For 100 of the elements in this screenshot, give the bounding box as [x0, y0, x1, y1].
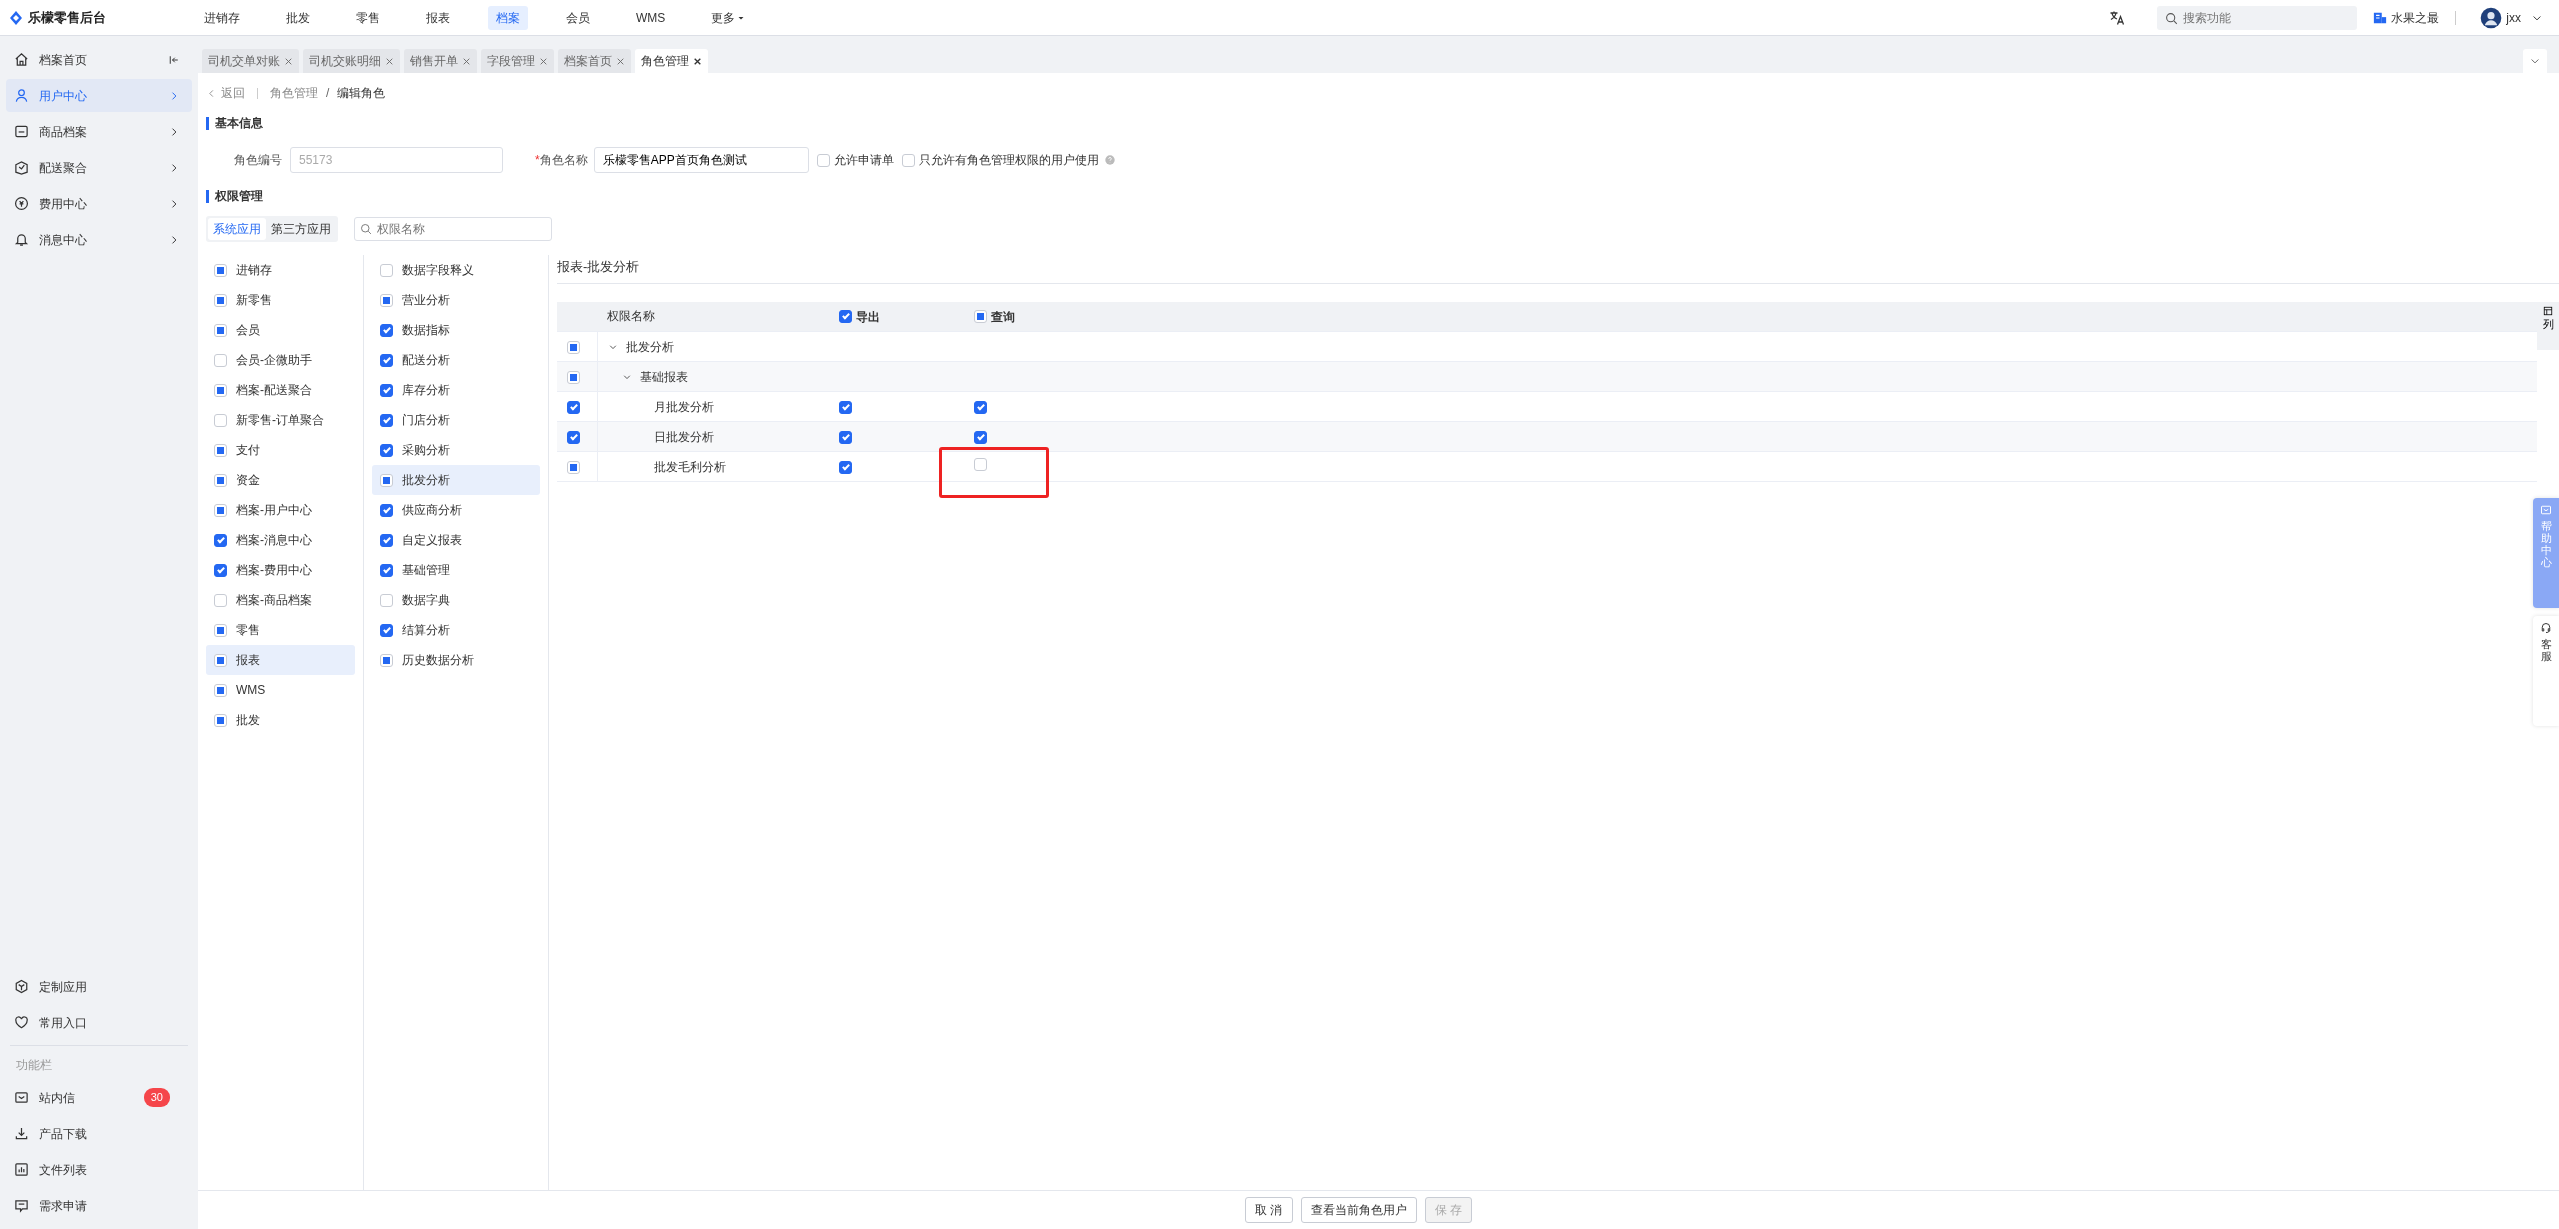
checkbox[interactable] — [380, 353, 393, 367]
sidebar-item[interactable]: 需求申请 — [6, 1189, 192, 1222]
collapse-icon[interactable] — [168, 53, 180, 66]
page-tab[interactable]: 角色管理 — [635, 49, 708, 73]
permission-item[interactable]: 新零售-订单聚合 — [206, 405, 355, 435]
sidebar-item[interactable]: 常用入口 — [6, 1006, 192, 1039]
page-tab[interactable]: 司机交账明细 — [303, 49, 400, 73]
translate-icon[interactable] — [2109, 9, 2126, 26]
permission-item[interactable]: 进销存 — [206, 255, 355, 285]
checkbox[interactable] — [380, 383, 393, 397]
checkbox[interactable] — [380, 413, 393, 427]
sidebar-item[interactable]: 商品档案 — [6, 115, 192, 148]
nav-item[interactable]: 更多 — [703, 5, 754, 30]
breadcrumb-current: 编辑角色 — [337, 85, 386, 102]
permission-item[interactable]: 历史数据分析 — [372, 645, 540, 675]
search-field[interactable]: 搜索功能 — [2157, 5, 2358, 30]
permission-item[interactable]: 自定义报表 — [372, 525, 540, 555]
checkbox[interactable] — [380, 503, 393, 517]
sidebar-item[interactable]: 用户中心 — [6, 79, 192, 112]
permission-item[interactable]: 营业分析 — [372, 285, 540, 315]
checkbox[interactable] — [974, 400, 987, 414]
permission-item[interactable]: 支付 — [206, 435, 355, 465]
checkbox[interactable] — [380, 563, 393, 577]
permission-item[interactable]: 档案-用户中心 — [206, 495, 355, 525]
checkbox-option[interactable]: 只允许有角色管理权限的用户使用 — [901, 151, 1115, 169]
side-float-button[interactable]: 客服 — [2533, 616, 2559, 726]
checkbox-option[interactable]: 允许申请单 — [816, 151, 894, 169]
nav-item[interactable]: 档案 — [488, 5, 528, 30]
section-title: 权限管理 — [206, 190, 2551, 203]
nav-item[interactable]: 零售 — [348, 5, 388, 30]
segment-tab[interactable]: 第三方应用 — [266, 218, 336, 240]
breadcrumb-link[interactable]: 角色管理 — [270, 84, 318, 102]
sidebar-item[interactable]: 站内信 30 — [6, 1081, 192, 1114]
permission-item[interactable]: 配送分析 — [372, 345, 540, 375]
sidebar-item[interactable]: 文件列表 — [6, 1153, 192, 1186]
permission-item[interactable]: 档案-消息中心 — [206, 525, 355, 555]
sidebar-item[interactable]: 产品下载 — [6, 1117, 192, 1150]
page-tab[interactable]: 档案首页 — [558, 49, 631, 73]
permission-item[interactable]: 批发分析 — [372, 465, 540, 495]
store-name[interactable]: 水果之最 — [2391, 8, 2440, 27]
permission-item[interactable]: 档案-费用中心 — [206, 555, 355, 585]
permission-item[interactable]: 数据指标 — [372, 315, 540, 345]
permission-item[interactable]: 零售 — [206, 615, 355, 645]
permission-item[interactable]: 采购分析 — [372, 435, 540, 465]
sidebar-item[interactable]: 定制应用 — [6, 970, 192, 1003]
field-label: 角色编号 — [233, 152, 282, 169]
checkbox[interactable] — [567, 400, 580, 414]
footer-button[interactable]: 取 消 — [1245, 1197, 1293, 1223]
checkbox[interactable] — [839, 310, 852, 323]
permission-item[interactable]: 供应商分析 — [372, 495, 540, 525]
permission-item[interactable]: 基础管理 — [372, 555, 540, 585]
nav-item[interactable]: 会员 — [558, 5, 598, 30]
permission-item[interactable]: 结算分析 — [372, 615, 540, 645]
sidebar-item[interactable]: 配送聚合 — [6, 151, 192, 184]
role-name-field[interactable]: 乐檬零售APP首页角色测试 — [593, 147, 809, 173]
page-tab[interactable]: 司机交单对账 — [202, 49, 299, 73]
sidebar-item[interactable]: 费用中心 — [6, 187, 192, 220]
permission-item[interactable]: 数据字段释义 — [372, 255, 540, 285]
page-tab[interactable]: 销售开单 — [404, 49, 477, 73]
permission-item[interactable]: 会员-企微助手 — [206, 345, 355, 375]
menu-item-icon — [14, 1015, 29, 1030]
checkbox[interactable] — [839, 460, 852, 474]
nav-item[interactable]: 进销存 — [196, 5, 248, 30]
column-header[interactable]: 导出 — [839, 307, 880, 326]
permission-item[interactable]: 档案-商品档案 — [206, 585, 355, 615]
checkbox[interactable] — [974, 430, 987, 444]
permission-item[interactable]: 门店分析 — [372, 405, 540, 435]
checkbox[interactable] — [380, 533, 393, 547]
column-settings-button[interactable]: 列 — [2537, 301, 2559, 350]
checkbox[interactable] — [839, 400, 852, 414]
permission-item[interactable]: 数据字典 — [372, 585, 540, 615]
permission-item[interactable]: 新零售 — [206, 285, 355, 315]
nav-item[interactable]: 报表 — [418, 5, 458, 30]
nav-item[interactable]: 批发 — [278, 5, 318, 30]
user-name[interactable]: jxx — [2506, 8, 2521, 27]
footer-button[interactable]: 查看当前角色用户 — [1300, 1197, 1417, 1223]
segment-tab[interactable]: 系统应用 — [208, 218, 266, 240]
back-link[interactable]: 返回 — [206, 84, 245, 102]
permission-item[interactable]: WMS — [206, 675, 355, 705]
permission-item[interactable]: 报表 — [206, 645, 355, 675]
page-tab[interactable]: 字段管理 — [481, 49, 554, 73]
sidebar-item[interactable]: 档案首页 — [6, 43, 192, 76]
column-header[interactable]: 查询 — [974, 307, 1015, 326]
checkbox[interactable] — [380, 443, 393, 457]
permission-item[interactable]: 库存分析 — [372, 375, 540, 405]
permission-search-field[interactable]: 权限名称 — [354, 217, 552, 241]
checkbox[interactable] — [380, 623, 393, 637]
permission-item[interactable]: 会员 — [206, 315, 355, 345]
sidebar-item[interactable]: 消息中心 — [6, 223, 192, 256]
nav-item[interactable]: WMS — [628, 5, 674, 30]
close-icon[interactable] — [693, 56, 702, 66]
headset-icon — [2540, 622, 2552, 634]
checkbox[interactable] — [380, 323, 393, 337]
checkbox[interactable] — [839, 430, 852, 444]
checkbox[interactable] — [567, 430, 580, 444]
checkbox[interactable] — [214, 533, 227, 547]
checkbox[interactable] — [214, 563, 227, 577]
permission-item[interactable]: 批发 — [206, 705, 355, 735]
permission-item[interactable]: 档案-配送聚合 — [206, 375, 355, 405]
permission-item[interactable]: 资金 — [206, 465, 355, 495]
